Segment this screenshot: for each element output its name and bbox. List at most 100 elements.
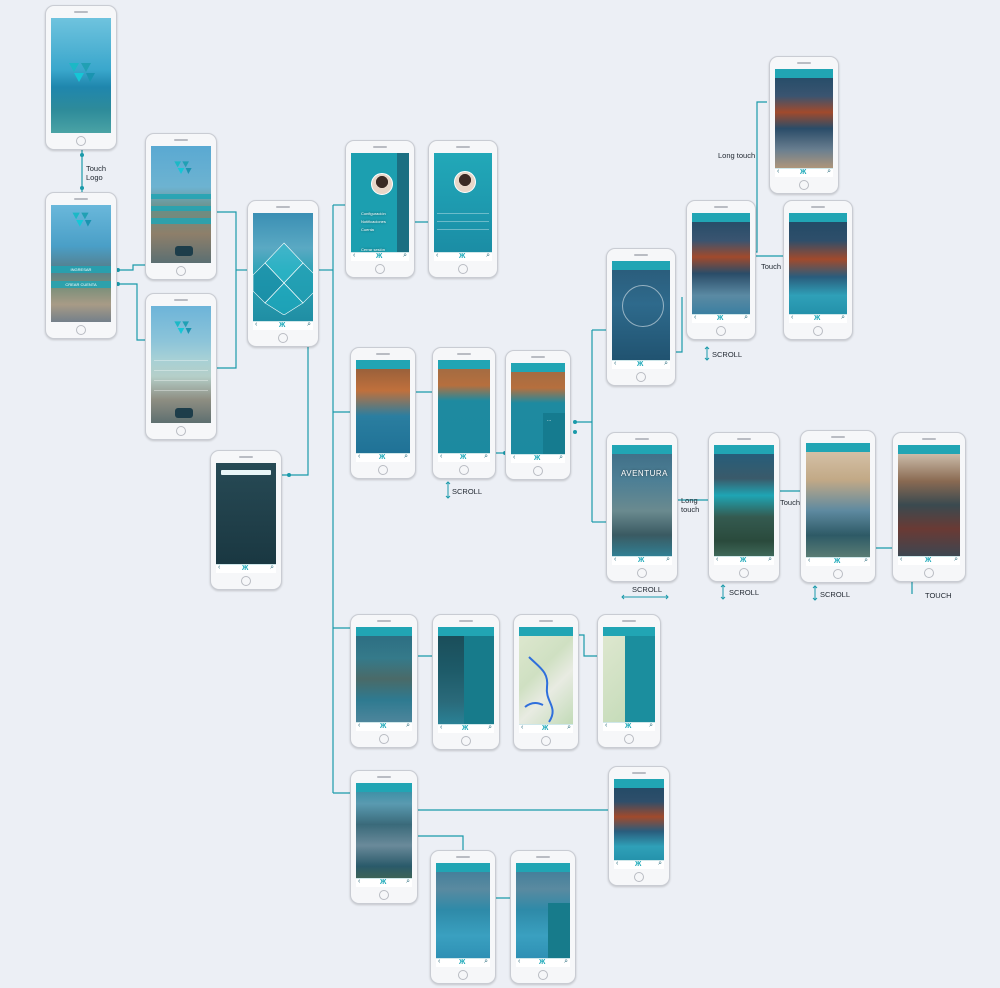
back-icon[interactable]: ‹ bbox=[616, 860, 618, 867]
footer-logo-icon[interactable]: Ж bbox=[717, 315, 723, 322]
footer-logo-icon[interactable]: Ж bbox=[462, 725, 468, 732]
footer-logo-icon[interactable]: Ж bbox=[459, 253, 465, 260]
footer-logo-icon[interactable]: Ж bbox=[534, 455, 540, 462]
menu-item-cuenta[interactable]: Cuenta bbox=[361, 227, 374, 232]
search-icon[interactable]: ⌕ bbox=[404, 453, 408, 461]
search-icon[interactable]: ⌕ bbox=[486, 252, 490, 260]
search-icon[interactable]: ⌕ bbox=[567, 724, 571, 732]
search-icon[interactable]: ⌕ bbox=[827, 168, 831, 176]
back-icon[interactable]: ‹ bbox=[358, 453, 360, 460]
search-icon[interactable]: ⌕ bbox=[484, 453, 488, 461]
footer-logo-icon[interactable]: Ж bbox=[800, 169, 806, 176]
footer-logo-icon[interactable]: Ж bbox=[380, 879, 386, 886]
back-icon[interactable]: ‹ bbox=[358, 722, 360, 729]
favorite-camping-screen: ‹ Ж ⌕ bbox=[614, 779, 664, 869]
footer-logo-icon[interactable]: Ж bbox=[814, 315, 820, 322]
camping-footer: ‹ Ж ⌕ bbox=[692, 314, 750, 323]
footer-logo-icon[interactable]: Ж bbox=[539, 959, 545, 966]
avatar[interactable] bbox=[454, 171, 476, 193]
back-icon[interactable]: ‹ bbox=[614, 360, 616, 367]
back-icon[interactable]: ‹ bbox=[521, 724, 523, 731]
search-icon[interactable]: ⌕ bbox=[270, 564, 274, 572]
back-icon[interactable]: ‹ bbox=[218, 564, 220, 571]
phone-search: ‹ Ж ⌕ bbox=[210, 450, 282, 590]
back-icon[interactable]: ‹ bbox=[716, 556, 718, 563]
back-icon[interactable]: ‹ bbox=[518, 958, 520, 965]
footer-logo-icon[interactable]: Ж bbox=[635, 861, 641, 868]
crear-cuenta-button[interactable]: CREAR CUENTA bbox=[51, 281, 111, 288]
search-icon[interactable]: ⌕ bbox=[403, 252, 407, 260]
login-screen: INGRESAR CREAR CUENTA bbox=[51, 205, 111, 322]
back-icon[interactable]: ‹ bbox=[791, 314, 793, 321]
register-form-screen bbox=[151, 306, 211, 423]
lake-info-panel bbox=[548, 903, 570, 959]
search-icon[interactable]: ⌕ bbox=[406, 878, 410, 886]
back-icon[interactable]: ‹ bbox=[777, 168, 779, 175]
camping-detail-screen: ‹ Ж ⌕ bbox=[789, 213, 847, 323]
ingresar-button[interactable]: INGRESAR bbox=[51, 266, 111, 273]
footer-logo-icon[interactable]: Ж bbox=[925, 557, 931, 564]
footer-logo-icon[interactable]: Ж bbox=[459, 959, 465, 966]
phone-camping-detail: ‹ Ж ⌕ bbox=[783, 200, 853, 340]
place-3-side-panel[interactable]: ... bbox=[543, 413, 565, 455]
footer-logo-icon[interactable]: Ж bbox=[542, 725, 548, 732]
favorites-header bbox=[356, 783, 412, 792]
map-sidebar-panel[interactable] bbox=[625, 636, 655, 723]
avatar[interactable] bbox=[371, 173, 393, 195]
username-field[interactable] bbox=[151, 194, 211, 199]
footer-logo-icon[interactable]: Ж bbox=[379, 454, 385, 461]
login-submit-button[interactable] bbox=[151, 218, 211, 224]
menu-overlay-edge bbox=[397, 153, 409, 253]
back-icon[interactable]: ‹ bbox=[353, 252, 355, 259]
footer-logo-icon[interactable]: Ж bbox=[460, 454, 466, 461]
search-input[interactable] bbox=[221, 470, 271, 475]
footer-logo-icon[interactable]: Ж bbox=[637, 361, 643, 368]
connector-login-ingresar bbox=[114, 264, 145, 271]
menu-item-notificaciones[interactable]: Notificaciones bbox=[361, 219, 386, 224]
footer-logo-icon[interactable]: Ж bbox=[376, 253, 382, 260]
search-icon[interactable]: ⌕ bbox=[488, 724, 492, 732]
footer-logo-icon[interactable]: Ж bbox=[625, 723, 631, 730]
aventura-gallery-header bbox=[898, 445, 960, 454]
back-icon[interactable]: ‹ bbox=[614, 556, 616, 563]
search-icon[interactable]: ⌕ bbox=[484, 958, 488, 966]
back-icon[interactable]: ‹ bbox=[440, 724, 442, 731]
back-icon[interactable]: ‹ bbox=[438, 958, 440, 965]
search-icon[interactable]: ⌕ bbox=[864, 557, 868, 565]
footer-logo-icon[interactable]: Ж bbox=[740, 557, 746, 564]
footer-logo-icon[interactable]: Ж bbox=[834, 558, 840, 565]
back-icon[interactable]: ‹ bbox=[605, 722, 607, 729]
back-icon[interactable]: ‹ bbox=[513, 454, 515, 461]
menu-item-configuracion[interactable]: Configuración bbox=[361, 211, 386, 216]
search-icon[interactable]: ⌕ bbox=[406, 722, 410, 730]
home-diamond-grid[interactable] bbox=[253, 235, 313, 315]
footer-logo-icon[interactable]: Ж bbox=[380, 723, 386, 730]
search-icon[interactable]: ⌕ bbox=[841, 314, 845, 322]
search-icon[interactable]: ⌕ bbox=[744, 314, 748, 322]
back-icon[interactable]: ‹ bbox=[255, 321, 257, 328]
back-icon[interactable]: ‹ bbox=[900, 556, 902, 563]
app-logo-icon bbox=[174, 321, 192, 334]
search-icon[interactable]: ⌕ bbox=[954, 556, 958, 564]
footer-logo-icon[interactable]: Ж bbox=[242, 565, 248, 572]
search-icon[interactable]: ⌕ bbox=[564, 958, 568, 966]
search-icon[interactable]: ⌕ bbox=[664, 360, 668, 368]
search-icon[interactable]: ⌕ bbox=[768, 556, 772, 564]
back-icon[interactable]: ‹ bbox=[694, 314, 696, 321]
back-icon[interactable]: ‹ bbox=[440, 453, 442, 460]
back-icon[interactable]: ‹ bbox=[436, 252, 438, 259]
favorite-lake-detail-header bbox=[516, 863, 570, 872]
phone-splash bbox=[45, 5, 117, 150]
back-icon[interactable]: ‹ bbox=[358, 878, 360, 885]
search-icon[interactable]: ⌕ bbox=[658, 860, 662, 868]
back-icon[interactable]: ‹ bbox=[808, 557, 810, 564]
search-icon[interactable]: ⌕ bbox=[307, 321, 311, 329]
footer-logo-icon[interactable]: Ж bbox=[279, 322, 285, 329]
password-field[interactable] bbox=[151, 206, 211, 211]
search-icon[interactable]: ⌕ bbox=[649, 722, 653, 730]
phone-place-2: ‹ Ж ⌕ bbox=[432, 347, 496, 479]
search-icon[interactable]: ⌕ bbox=[559, 454, 563, 462]
search-icon[interactable]: ⌕ bbox=[666, 556, 670, 564]
phone-login: INGRESAR CREAR CUENTA bbox=[45, 192, 117, 339]
footer-logo-icon[interactable]: Ж bbox=[638, 557, 644, 564]
